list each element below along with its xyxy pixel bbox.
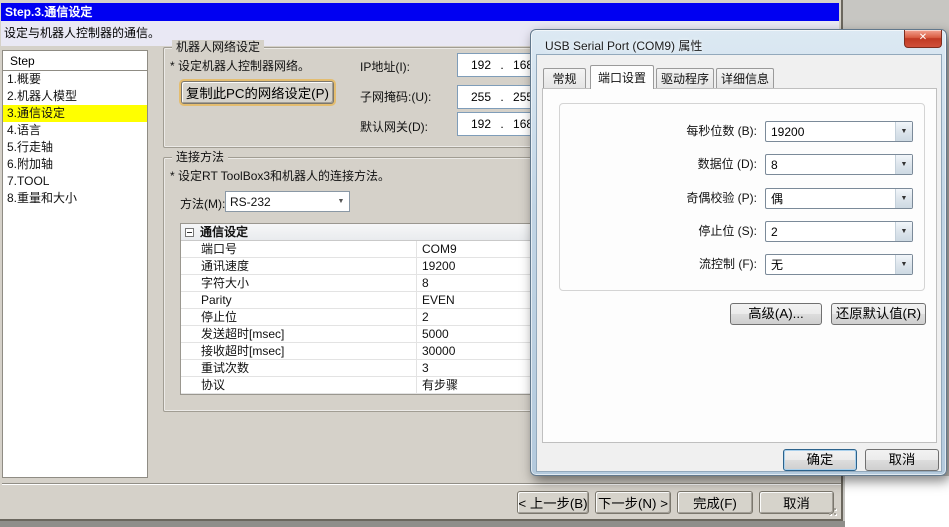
close-icon: ✕	[918, 32, 928, 43]
wizard-subtitle: 设定与机器人控制器的通信。	[4, 26, 161, 40]
sidebar-item-tool[interactable]: 7.TOOL	[3, 173, 147, 190]
dialog-client-area: 常规 端口设置 驱动程序 详细信息 每秒位数 (B): 19200 ▼ 数据位 …	[536, 54, 942, 472]
collapse-minus-icon[interactable]	[185, 227, 194, 237]
background-window-area	[845, 476, 949, 527]
copy-pc-network-button[interactable]: 复制此PC的网络设定(P)	[181, 81, 334, 104]
parity-label: 奇偶校验 (P):	[686, 191, 757, 205]
table-cell-label: 字符大小	[201, 276, 250, 290]
dialog-cancel-button[interactable]: 取消	[865, 449, 939, 471]
step-sidebar-header: Step	[3, 51, 147, 71]
baud-rate-label: 每秒位数 (B):	[686, 124, 757, 138]
connection-method-note: * 设定RT ToolBox3和机器人的连接方法。	[170, 169, 391, 183]
method-label: 方法(M):	[180, 197, 226, 211]
table-cell-label: 重试次数	[201, 361, 250, 375]
sidebar-item-weight-size[interactable]: 8.重量和大小	[3, 190, 147, 207]
wizard-bottom-edge	[0, 521, 845, 527]
port-settings-tabpage: 每秒位数 (B): 19200 ▼ 数据位 (D): 8 ▼ 奇偶校验 (P):…	[542, 88, 937, 443]
next-button[interactable]: 下一步(N) >	[595, 491, 671, 514]
parity-value: 偶	[771, 192, 784, 206]
back-button[interactable]: < 上一步(B)	[517, 491, 589, 514]
table-cell-label: 发送超时[msec]	[201, 327, 285, 341]
subnet-mask-label: 子网掩码:(U):	[360, 90, 432, 104]
sidebar-item-additional-axis[interactable]: 6.附加轴	[3, 156, 147, 173]
stop-bits-label: 停止位 (S):	[698, 224, 757, 238]
robot-network-note: * 设定机器人控制器网络。	[170, 59, 311, 73]
ok-button[interactable]: 确定	[783, 449, 857, 471]
baud-rate-value: 19200	[771, 124, 805, 139]
sidebar-item-travel-axis[interactable]: 5.行走轴	[3, 139, 147, 156]
finish-button[interactable]: 完成(F)	[677, 491, 753, 514]
close-button[interactable]: ✕	[904, 30, 942, 48]
footer-separator	[2, 483, 841, 485]
flow-control-select[interactable]: 无 ▼	[765, 254, 913, 275]
table-cell-label: Parity	[201, 293, 232, 307]
advanced-button[interactable]: 高级(A)...	[730, 303, 822, 325]
table-cell-label: 停止位	[201, 310, 238, 324]
flow-control-label: 流控制 (F):	[699, 257, 757, 271]
table-cell-label: 协议	[201, 378, 226, 392]
table-cell-label: 端口号	[201, 242, 238, 256]
parity-select[interactable]: 偶 ▼	[765, 188, 913, 209]
chevron-down-icon: ▼	[895, 122, 912, 141]
wizard-title: Step.3.通信设定	[5, 5, 93, 19]
sidebar-item-robot-model[interactable]: 2.机器人模型	[3, 88, 147, 105]
default-gateway-label: 默认网关(D):	[360, 120, 428, 134]
flow-control-value: 无	[771, 258, 784, 272]
sidebar-item-language[interactable]: 4.语言	[3, 122, 147, 139]
sidebar-item-overview[interactable]: 1.概要	[3, 71, 147, 88]
connection-method-value: RS-232	[230, 194, 271, 209]
table-header-label: 通信设定	[200, 225, 249, 239]
serial-port-properties-dialog: USB Serial Port (COM9) 属性 ✕ 常规 端口设置 驱动程序…	[530, 29, 947, 476]
sidebar-item-communication[interactable]: 3.通信设定	[3, 105, 147, 122]
tab-details[interactable]: 详细信息	[716, 68, 774, 89]
stop-bits-value: 2	[771, 224, 778, 239]
chevron-down-icon: ▼	[895, 222, 912, 241]
tab-driver[interactable]: 驱动程序	[656, 68, 714, 89]
resize-grip[interactable]	[824, 504, 838, 517]
table-cell-label: 接收超时[msec]	[201, 344, 285, 358]
robot-network-group-title: 机器人网络设定	[172, 40, 265, 54]
dialog-tab-strip: 常规 端口设置 驱动程序 详细信息	[537, 65, 941, 89]
baud-rate-select[interactable]: 19200 ▼	[765, 121, 913, 142]
restore-defaults-button[interactable]: 还原默认值(R)	[831, 303, 926, 325]
step-sidebar: Step 1.概要 2.机器人模型 3.通信设定 4.语言 5.行走轴 6.附加…	[2, 50, 148, 478]
chevron-down-icon: ▼	[895, 155, 912, 174]
data-bits-value: 8	[771, 157, 778, 172]
stop-bits-select[interactable]: 2 ▼	[765, 221, 913, 242]
chevron-down-icon: ▼	[337, 198, 345, 205]
connection-method-select[interactable]: RS-232 ▼	[225, 191, 350, 212]
table-cell-label: 通讯速度	[201, 259, 250, 273]
tab-general[interactable]: 常规	[543, 68, 586, 89]
wizard-titlebar: Step.3.通信设定	[1, 3, 839, 21]
ip-address-label: IP地址(I):	[360, 60, 410, 74]
connection-method-group-title: 连接方法	[172, 150, 229, 164]
wizard-cancel-button[interactable]: 取消	[759, 491, 834, 514]
port-settings-group: 每秒位数 (B): 19200 ▼ 数据位 (D): 8 ▼ 奇偶校验 (P):…	[559, 103, 925, 291]
chevron-down-icon: ▼	[895, 255, 912, 274]
dialog-title: USB Serial Port (COM9) 属性	[545, 39, 703, 53]
tab-port-settings[interactable]: 端口设置	[590, 65, 654, 89]
chevron-down-icon: ▼	[895, 189, 912, 208]
data-bits-select[interactable]: 8 ▼	[765, 154, 913, 175]
data-bits-label: 数据位 (D):	[697, 157, 757, 171]
